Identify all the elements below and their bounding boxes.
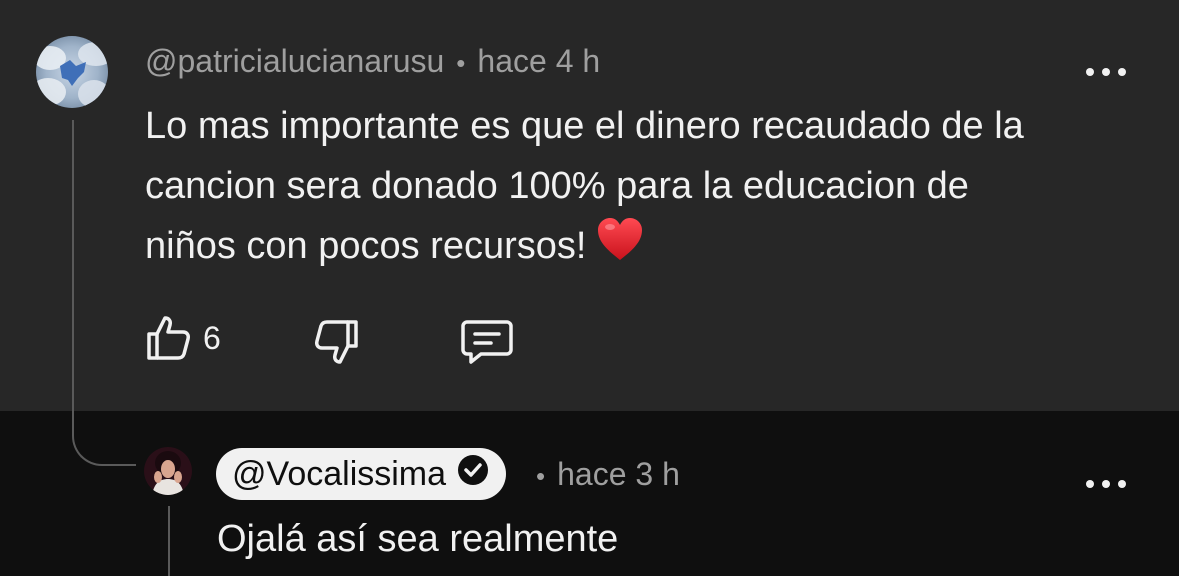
like-button[interactable]: 6 <box>145 314 221 362</box>
reply-avatar[interactable] <box>144 447 192 495</box>
dot-icon <box>1102 68 1110 76</box>
dot-icon <box>1086 68 1094 76</box>
dot-icon <box>1118 480 1126 488</box>
thread-connector <box>72 120 74 420</box>
reply-thread-connector <box>168 506 170 576</box>
reply-author-pill[interactable]: @Vocalissima <box>216 448 507 500</box>
reply-author: @Vocalissima <box>232 454 447 493</box>
reply-button[interactable] <box>461 318 513 364</box>
comment-author[interactable]: @patricialucianarusu <box>145 43 444 79</box>
dot-icon <box>1118 68 1126 76</box>
avatar[interactable] <box>36 36 108 108</box>
reply-more-options-button[interactable] <box>1086 472 1126 496</box>
reply-icon <box>461 320 513 364</box>
comment-body: Lo mas importante es que el dinero recau… <box>145 96 1045 280</box>
reply-text: Ojalá así sea realmente <box>217 518 619 560</box>
meta-separator: • <box>456 48 466 78</box>
dislike-button[interactable] <box>314 318 360 366</box>
thread-connector-curve <box>72 410 136 466</box>
like-icon <box>147 316 190 360</box>
dot-icon <box>1102 480 1110 488</box>
red-heart-icon <box>596 216 644 280</box>
reply-timestamp[interactable]: hace 3 h <box>557 456 680 492</box>
verified-check-icon <box>456 453 490 496</box>
like-count: 6 <box>203 319 221 356</box>
reply-meta: • hace 3 h <box>536 452 680 496</box>
dot-icon <box>1086 480 1094 488</box>
comment-timestamp[interactable]: hace 4 h <box>477 43 600 79</box>
comment-meta: @patricialucianarusu • hace 4 h <box>145 40 600 82</box>
dislike-icon <box>315 320 358 364</box>
comment-text: Lo mas importante es que el dinero recau… <box>145 105 1024 268</box>
meta-separator: • <box>536 461 546 491</box>
more-options-button[interactable] <box>1086 60 1126 84</box>
